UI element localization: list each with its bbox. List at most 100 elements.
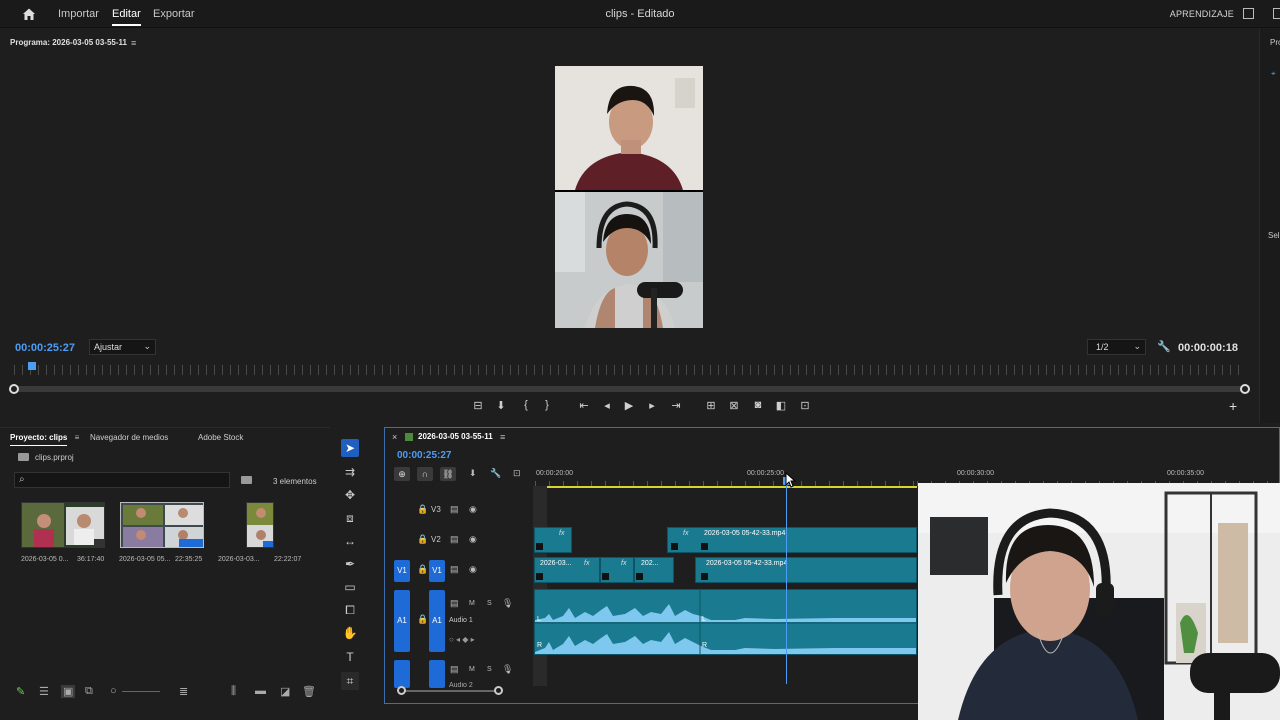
panel-layout-icon[interactable] [1243, 8, 1254, 19]
solo-button[interactable]: S [487, 666, 492, 673]
lock-icon[interactable]: 🔒 [417, 614, 428, 625]
volume-knob-icon[interactable]: ○ ◂ ◆ ▸ [449, 635, 475, 644]
scrollbar-left-handle[interactable] [397, 686, 406, 695]
export-frame-icon[interactable]: ◙ [750, 399, 766, 411]
track-target-v1[interactable]: V1 [429, 560, 445, 582]
frame-tool-icon[interactable]: ⧠ [341, 601, 359, 619]
clip-v2[interactable]: fx [534, 527, 572, 553]
type-tool-icon[interactable]: T [341, 648, 359, 666]
timeline-playhead-timecode[interactable]: 00:00:25:27 [397, 450, 451, 461]
timeline-settings-wrench-icon[interactable]: 🔧 [490, 468, 501, 479]
mute-button[interactable]: M [469, 600, 475, 607]
zoom-fit-dropdown[interactable]: Ajustar ⌄ [89, 339, 156, 355]
step-back-icon[interactable]: ◂ [599, 399, 615, 412]
sync-film-icon[interactable]: ▤ [450, 664, 459, 675]
scrollbar-right-handle[interactable] [494, 686, 503, 695]
eye-icon[interactable]: ◉ [469, 534, 477, 545]
sync-film-icon[interactable]: ▤ [450, 564, 459, 575]
track-target-a1[interactable]: A1 [429, 590, 445, 652]
clip-v1[interactable]: 202... fx [634, 557, 674, 583]
captions-icon[interactable]: ⊡ [513, 468, 521, 479]
clip-v1-main[interactable]: 2026-03-05 05-42-33.mp4 [695, 557, 917, 583]
button-editor-plus-icon[interactable]: + [1229, 398, 1237, 414]
eye-icon[interactable]: ◉ [469, 564, 477, 575]
timeline-menu-icon[interactable]: ≡ [500, 432, 505, 442]
source-patch-a2[interactable] [394, 660, 410, 688]
clip-v1[interactable]: fx [600, 557, 634, 583]
clip-v2-main[interactable]: fx 2026-03-05 05-42-33.mp4 [667, 527, 917, 553]
icon-view-icon[interactable]: ▣ [61, 685, 76, 698]
list-view-icon[interactable]: ☰ [39, 685, 49, 698]
eye-icon[interactable]: ◉ [469, 504, 477, 515]
timeline-zoom-scrollbar[interactable] [401, 690, 499, 692]
scrollbar-left-handle[interactable] [9, 384, 19, 394]
add-marker-icon[interactable]: ⬇ [469, 468, 477, 479]
go-to-in-icon[interactable]: ⇤ [576, 399, 592, 412]
lock-icon[interactable]: 🔒 [417, 564, 428, 575]
new-bin-search-icon[interactable] [241, 476, 252, 484]
vr-video-icon[interactable]: ⊡ [797, 399, 813, 412]
nav-import[interactable]: Importar [58, 8, 99, 20]
lock-icon[interactable]: 🔒 [417, 504, 428, 515]
zoom-slider-icon[interactable]: ○ [110, 685, 117, 697]
clip-v1[interactable]: 2026-03... fx [534, 557, 600, 583]
timeline-playhead-line[interactable] [786, 477, 787, 684]
tab-media-browser[interactable]: Navegador de medios [90, 433, 168, 442]
selection-tool-icon[interactable]: ➤ [341, 439, 359, 457]
project-search-input[interactable]: ⌕ [14, 472, 230, 488]
insert-icon[interactable]: ⊞ [703, 399, 719, 412]
automate-to-sequence-icon[interactable]: ⫼ [231, 685, 236, 698]
microphone-icon[interactable]: 🎙 [502, 598, 513, 609]
sequence-title[interactable]: 2026-03-05 03-55-11 [418, 432, 493, 441]
go-to-out-icon[interactable]: ⇥ [668, 399, 684, 412]
lock-icon[interactable]: 🔒 [417, 534, 428, 545]
scrollbar-right-handle[interactable] [1240, 384, 1250, 394]
right-panel-icon[interactable]: ⌖ [1271, 69, 1276, 79]
tab-project[interactable]: Proyecto: clips ≡ [10, 433, 79, 446]
track-target-a2[interactable] [429, 660, 445, 688]
hand-tool-icon[interactable]: ✋ [341, 624, 359, 642]
linked-selection-icon[interactable]: ⛓ [440, 467, 456, 481]
sync-film-icon[interactable]: ▤ [450, 534, 459, 545]
caption-tool-icon[interactable]: ⌗ [341, 672, 359, 690]
resolution-dropdown[interactable]: 1/2 ⌄ [1087, 339, 1146, 355]
new-bin-icon[interactable]: ▬ [255, 685, 266, 697]
rectangle-tool-icon[interactable]: ▭ [341, 578, 359, 596]
program-playhead-timecode[interactable]: 00:00:25:27 [15, 342, 75, 354]
project-item-thumbnail[interactable] [21, 502, 105, 548]
add-marker-icon[interactable]: ⬇ [493, 399, 509, 412]
lift-icon[interactable]: ⊟ [470, 399, 486, 412]
play-icon[interactable]: ▶ [621, 399, 637, 412]
overwrite-icon[interactable]: ⊠ [726, 399, 742, 412]
razor-tool-icon[interactable]: ⧈ [341, 509, 359, 527]
track-select-tool-icon[interactable]: ⇉ [341, 463, 359, 481]
source-patch-a1[interactable]: A1 [394, 590, 410, 652]
mute-button[interactable]: M [469, 666, 475, 673]
wrench-icon[interactable]: 🔧 [1157, 340, 1171, 353]
program-zoom-scrollbar[interactable] [14, 386, 1246, 392]
zoom-slider[interactable] [122, 691, 160, 692]
right-panel-tab-label[interactable]: Pro [1270, 38, 1280, 47]
home-icon[interactable] [22, 7, 36, 21]
project-item-thumbnail[interactable] [120, 502, 204, 548]
comparison-view-icon[interactable]: ◧ [773, 399, 789, 412]
mark-in-icon[interactable]: { [518, 399, 534, 411]
learning-button[interactable]: APRENDIZAJE [1170, 9, 1234, 19]
sort-icon[interactable]: ≣ [179, 685, 188, 698]
program-time-ruler[interactable] [14, 365, 1246, 375]
close-icon[interactable]: × [392, 432, 397, 442]
program-menu-icon[interactable]: ≡ [131, 38, 136, 48]
work-area-bar[interactable] [535, 486, 917, 488]
solo-button[interactable]: S [487, 600, 492, 607]
microphone-icon[interactable]: 🎙 [502, 664, 513, 675]
nav-edit[interactable]: Editar [112, 8, 141, 26]
slip-tool-icon[interactable]: ↔ [341, 532, 359, 550]
mark-out-icon[interactable]: } [539, 399, 555, 411]
sync-film-icon[interactable]: ▤ [450, 598, 459, 609]
source-patch-v1[interactable]: V1 [394, 560, 410, 582]
project-item-thumbnail[interactable] [246, 502, 274, 548]
snap-magnet-icon[interactable]: ∩ [417, 467, 433, 481]
pen-tool-icon[interactable]: ✒ [341, 555, 359, 573]
fullscreen-icon[interactable] [1273, 8, 1280, 19]
tab-adobe-stock[interactable]: Adobe Stock [198, 433, 243, 442]
